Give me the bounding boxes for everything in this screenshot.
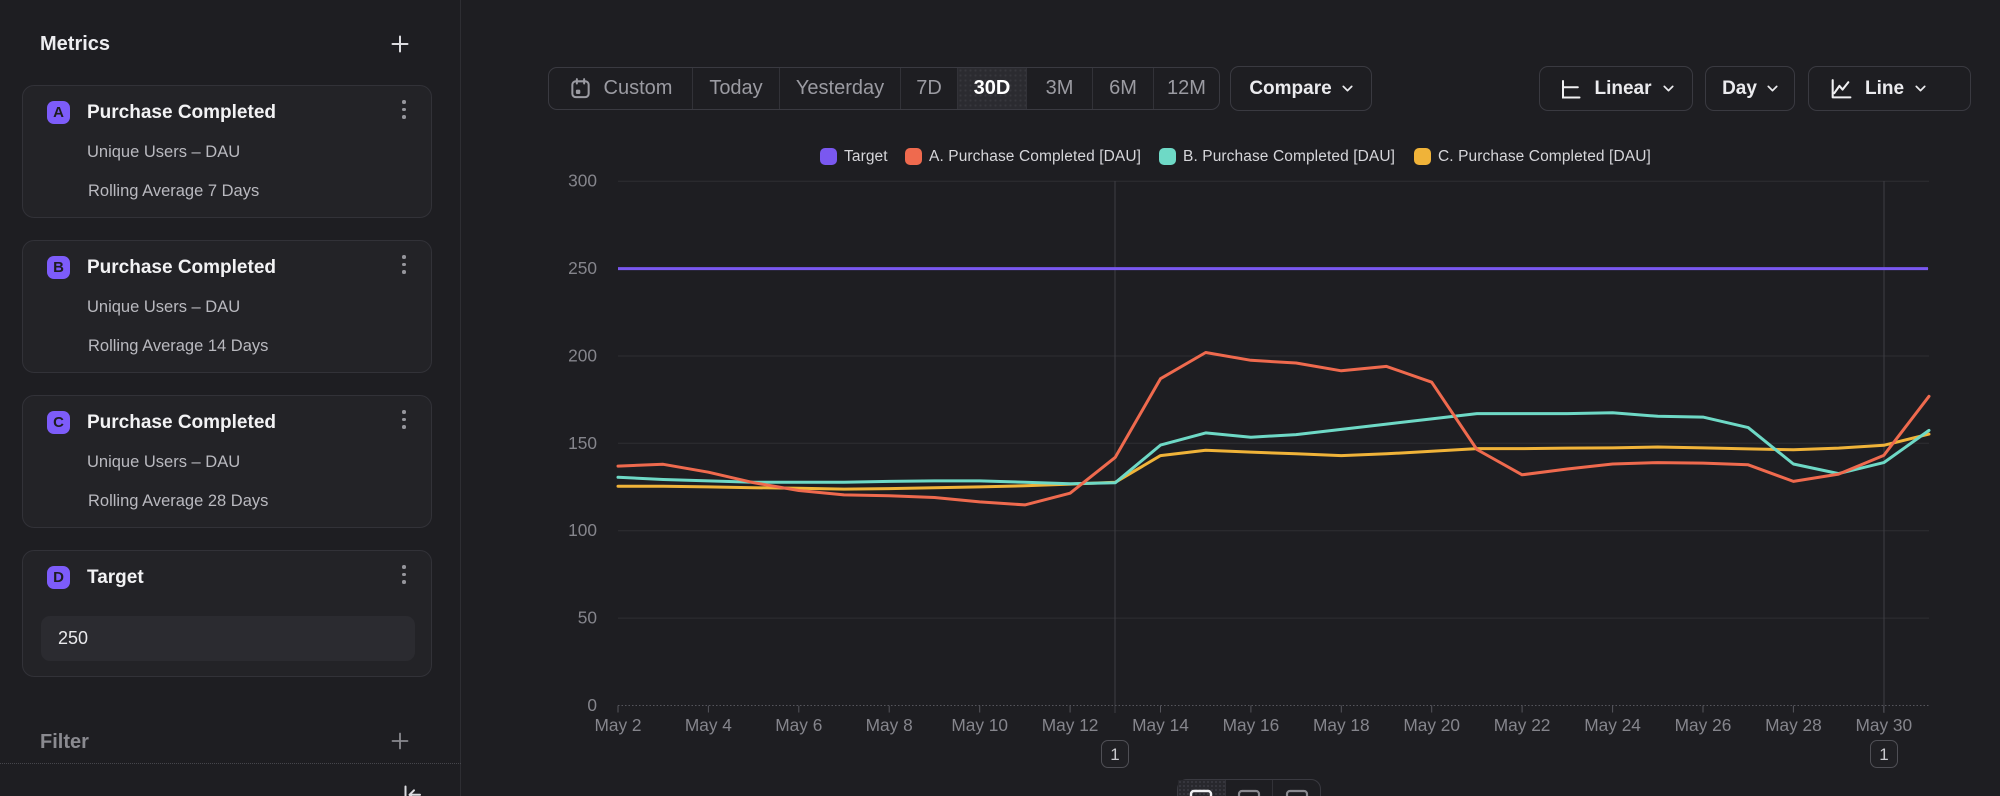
svg-text:May 16: May 16 [1223,715,1280,735]
svg-text:May 20: May 20 [1403,715,1460,735]
svg-text:100: 100 [568,520,597,540]
svg-text:May 8: May 8 [866,715,913,735]
svg-text:May 10: May 10 [951,715,1008,735]
svg-text:May 30: May 30 [1855,715,1912,735]
svg-text:May 28: May 28 [1765,715,1822,735]
svg-text:May 4: May 4 [685,715,732,735]
svg-text:May 12: May 12 [1042,715,1099,735]
svg-text:May 6: May 6 [775,715,822,735]
svg-text:May 18: May 18 [1313,715,1370,735]
svg-text:200: 200 [568,346,597,366]
svg-text:300: 300 [568,171,597,191]
svg-text:250: 250 [568,258,597,278]
svg-text:May 22: May 22 [1494,715,1551,735]
svg-text:150: 150 [568,433,597,453]
svg-text:0: 0 [587,695,597,715]
svg-text:May 24: May 24 [1584,715,1641,735]
svg-text:May 14: May 14 [1132,715,1189,735]
svg-text:50: 50 [578,608,597,628]
svg-text:May 2: May 2 [594,715,641,735]
svg-text:May 26: May 26 [1675,715,1732,735]
